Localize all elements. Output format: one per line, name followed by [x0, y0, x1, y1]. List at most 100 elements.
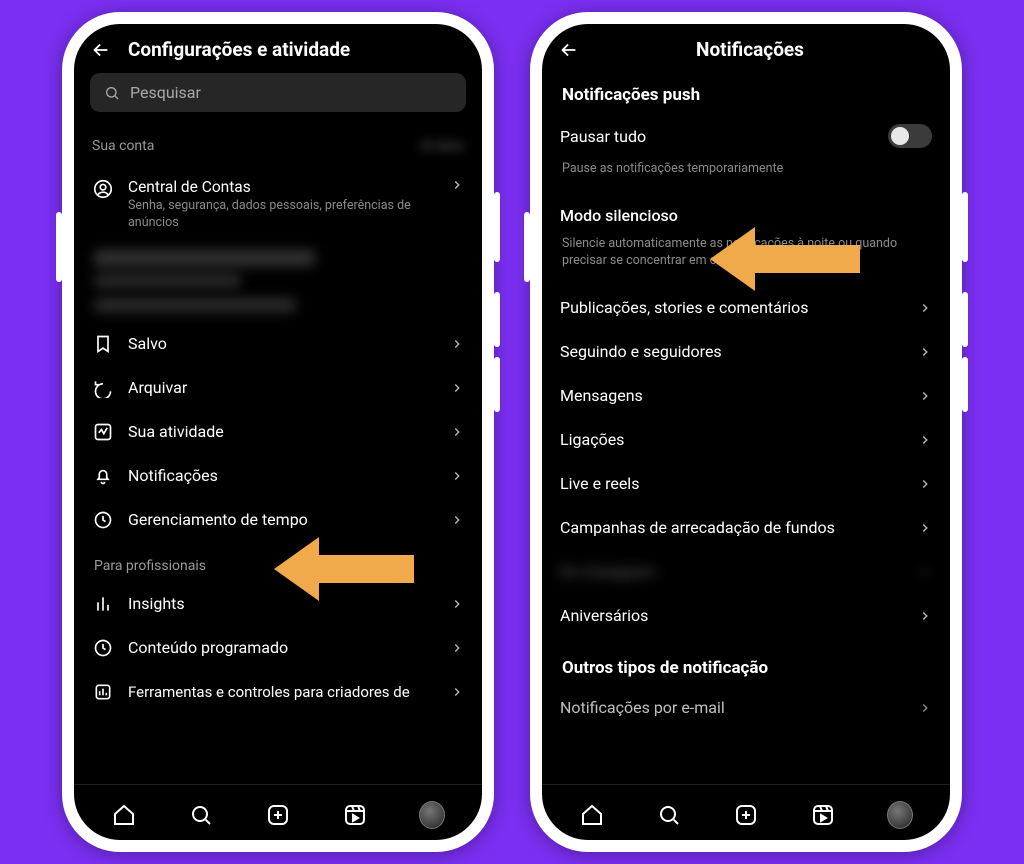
screen-settings: Configurações e atividade Pesquisar Sua … [74, 24, 482, 840]
phone-side-button [494, 292, 500, 347]
insights-icon [92, 594, 114, 614]
home-icon[interactable] [111, 802, 137, 828]
chevron-right-icon [450, 337, 464, 351]
notif-item-live[interactable]: Live e reels [542, 462, 950, 506]
notif-item-blurred[interactable]: Do Instagram [542, 550, 950, 594]
chevron-right-icon [450, 178, 464, 192]
create-icon[interactable] [733, 802, 759, 828]
creator-icon [92, 682, 114, 702]
phone-side-button [56, 212, 62, 282]
notif-item-seguindo[interactable]: Seguindo e seguidores [542, 330, 950, 374]
chevron-right-icon [918, 477, 932, 491]
quiet-mode-row[interactable]: Modo silencioso [542, 190, 950, 234]
chevron-right-icon [918, 433, 932, 447]
notif-item-campanhas[interactable]: Campanhas de arrecadação de fundos [542, 506, 950, 550]
phone-side-button [494, 192, 500, 262]
settings-item-notificacoes[interactable]: Notificações [74, 454, 482, 498]
chevron-right-icon [450, 513, 464, 527]
bottom-nav [74, 784, 482, 840]
notif-item-email[interactable]: Notificações por e-mail [542, 686, 950, 730]
settings-item-label: Salvo [128, 334, 436, 353]
archive-icon [92, 378, 114, 398]
search-icon[interactable] [188, 802, 214, 828]
settings-item-arquivar[interactable]: Arquivar [74, 366, 482, 410]
profile-circle-icon [92, 178, 114, 200]
pause-description: Pause as notificações temporariamente [542, 159, 950, 190]
chevron-right-icon [450, 685, 464, 699]
notif-item-aniversarios[interactable]: Aniversários [542, 594, 950, 638]
clock-icon [92, 510, 114, 530]
reels-icon[interactable] [810, 802, 836, 828]
settings-item-label: Ferramentas e controles para criadores d… [128, 683, 436, 701]
quiet-mode-description: Silencie automaticamente as notificações… [542, 234, 950, 286]
settings-item-label: Notificações [128, 466, 436, 485]
search-icon[interactable] [656, 802, 682, 828]
back-arrow-icon[interactable] [90, 39, 112, 61]
push-section-heading: Notificações push [542, 71, 950, 113]
settings-content[interactable]: Sua conta 00 Meta Central de Contas Senh… [74, 124, 482, 784]
phone-side-button [962, 292, 968, 347]
settings-item-salvo[interactable]: Salvo [74, 322, 482, 366]
phone-side-button [494, 357, 500, 412]
reels-icon[interactable] [342, 802, 368, 828]
chevron-right-icon [918, 345, 932, 359]
chevron-right-icon [918, 389, 932, 403]
settings-item-insights[interactable]: Insights [74, 582, 482, 626]
settings-item-label: Sua atividade [128, 422, 436, 441]
meta-label-blurred: 00 Meta [420, 139, 464, 153]
chevron-right-icon [450, 469, 464, 483]
bell-icon [92, 466, 114, 486]
notif-item-mensagens[interactable]: Mensagens [542, 374, 950, 418]
create-icon[interactable] [265, 802, 291, 828]
search-placeholder: Pesquisar [130, 83, 201, 102]
settings-item-atividade[interactable]: Sua atividade [74, 410, 482, 454]
phone-side-button [962, 357, 968, 412]
phone-right: Notificações Notificações push Pausar tu… [530, 12, 962, 852]
settings-item-label: Insights [128, 594, 436, 613]
notif-item-label: Campanhas de arrecadação de fundos [560, 518, 904, 537]
settings-item-label: Conteúdo programado [128, 638, 436, 657]
notif-item-label: Live e reels [560, 474, 904, 493]
settings-item-label: Gerenciamento de tempo [128, 510, 436, 529]
phone-side-button [524, 212, 530, 282]
notif-item-label: Notificações por e-mail [560, 698, 904, 717]
pro-section-label: Para profissionais [74, 542, 482, 582]
profile-avatar[interactable] [887, 802, 913, 828]
chevron-right-icon [450, 381, 464, 395]
redacted-block [74, 298, 482, 312]
chevron-right-icon [918, 521, 932, 535]
settings-item-programado[interactable]: Conteúdo programado [74, 626, 482, 670]
notifications-content[interactable]: Notificações push Pausar tudo Pause as n… [542, 71, 950, 784]
settings-item-label: Arquivar [128, 378, 436, 397]
settings-item-tempo[interactable]: Gerenciamento de tempo [74, 498, 482, 542]
screen-notifications: Notificações Notificações push Pausar tu… [542, 24, 950, 840]
pause-all-row[interactable]: Pausar tudo [542, 113, 950, 159]
redacted-block [74, 250, 482, 288]
profile-avatar[interactable] [419, 802, 445, 828]
account-section-label: Sua conta [92, 138, 154, 154]
page-title: Configurações e atividade [128, 38, 350, 61]
notif-item-label: Mensagens [560, 386, 904, 405]
pause-all-label: Pausar tudo [560, 127, 874, 146]
phone-side-button [962, 192, 968, 262]
search-input[interactable]: Pesquisar [90, 73, 466, 112]
activity-icon [92, 422, 114, 442]
header: Notificações [542, 24, 950, 71]
pause-all-toggle[interactable] [888, 124, 932, 148]
chevron-right-icon [450, 425, 464, 439]
notif-item-publicacoes[interactable]: Publicações, stories e comentários [542, 286, 950, 330]
search-icon [104, 85, 120, 101]
notif-item-label: Seguindo e seguidores [560, 342, 904, 361]
home-icon[interactable] [579, 802, 605, 828]
page-title: Notificações [566, 38, 934, 61]
chevron-right-icon [450, 597, 464, 611]
notif-item-ligacoes[interactable]: Ligações [542, 418, 950, 462]
notif-item-label: Publicações, stories e comentários [560, 298, 904, 317]
settings-item-criadores[interactable]: Ferramentas e controles para criadores d… [74, 670, 482, 714]
chevron-right-icon [918, 701, 932, 715]
clock-icon [92, 638, 114, 658]
accounts-center-row[interactable]: Central de Contas Senha, segurança, dado… [74, 168, 482, 244]
notif-item-label: Do Instagram [560, 562, 904, 581]
chevron-right-icon [450, 641, 464, 655]
quiet-mode-label: Modo silencioso [560, 206, 932, 225]
